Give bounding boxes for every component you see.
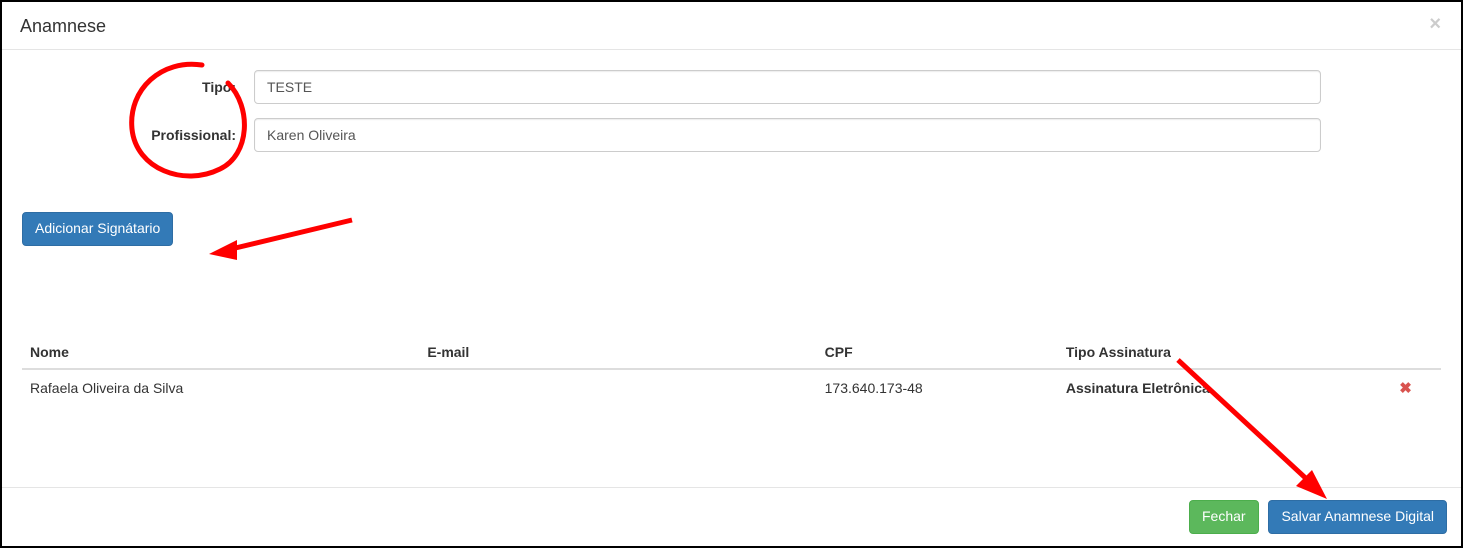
label-tipo: Tipo: [22,79,254,95]
save-anamnese-button[interactable]: Salvar Anamnese Digital [1268,500,1447,534]
col-nome: Nome [22,336,419,369]
profissional-input[interactable] [254,118,1321,152]
cell-nome: Rafaela Oliveira da Silva [22,369,419,406]
modal-title: Anamnese [20,16,1443,37]
label-profissional: Profissional: [22,127,254,143]
modal-body: Tipo: Profissional: Adicionar Signátario [2,50,1461,406]
cell-email [419,369,816,406]
table-header-row: Nome E-mail CPF Tipo Assinatura [22,336,1441,369]
cell-delete: ✖ [1370,369,1441,406]
delete-row-icon[interactable]: ✖ [1393,378,1418,398]
signatories-table: Nome E-mail CPF Tipo Assinatura Rafaela … [22,336,1441,406]
col-actions [1370,336,1441,369]
close-icon[interactable]: × [1423,12,1447,37]
col-email: E-mail [419,336,816,369]
close-button[interactable]: Fechar [1189,500,1259,534]
cell-tipo-assinatura: Assinatura Eletrônica [1058,369,1370,406]
col-tipo-assinatura: Tipo Assinatura [1058,336,1370,369]
table-row: Rafaela Oliveira da Silva 173.640.173-48… [22,369,1441,406]
row-profissional: Profissional: [22,118,1441,152]
modal-footer: Fechar Salvar Anamnese Digital [2,487,1461,546]
tipo-input[interactable] [254,70,1321,104]
col-cpf: CPF [817,336,1058,369]
anamnese-modal: Anamnese × Tipo: Profissional: Adicionar… [0,0,1463,548]
modal-header: Anamnese [2,2,1461,50]
add-signatory-row: Adicionar Signátario [22,212,1441,246]
row-tipo: Tipo: [22,70,1441,104]
add-signatory-button[interactable]: Adicionar Signátario [22,212,173,246]
cell-cpf: 173.640.173-48 [817,369,1058,406]
